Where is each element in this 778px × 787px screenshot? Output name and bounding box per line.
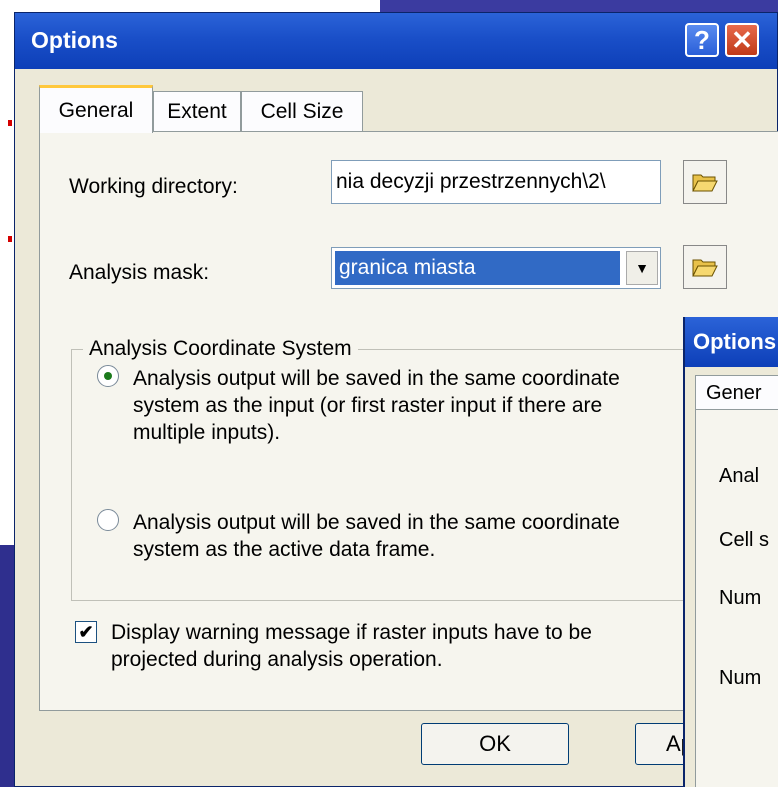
second-dialog-title: Options [693,329,777,354]
background-window [0,545,14,787]
options-dialog: Options ? ✕ General Extent Cell Size Wor… [14,12,778,787]
second-options-dialog: Options Gener Anal Cell s Num Num [683,317,778,787]
folder-open-icon [692,259,718,277]
second-row-label: Num [719,667,762,689]
second-row-label: Cell s [719,529,770,551]
folder-open-icon [692,174,718,192]
tab-extent-label: Extent [167,99,227,123]
warning-checkbox-label: Display warning message if raster inputs… [111,619,592,673]
working-directory-value: nia decyzji przestrzennych\2\ [336,170,606,193]
browse-mask-button[interactable] [683,245,727,289]
dropdown-arrow-icon[interactable]: ▼ [626,251,658,285]
checkbox-text-line: Display warning message if raster inputs… [111,621,592,644]
checkbox-text-line: projected during analysis operation. [111,648,443,671]
radio-text-line: system as the active data frame. [133,538,436,561]
radio-text-line: system as the input (or first raster inp… [133,394,603,417]
working-directory-label: Working directory: [69,175,238,198]
radio-text-line: Analysis output will be saved in the sam… [133,511,620,534]
radio-active-frame-label: Analysis output will be saved in the sam… [133,509,620,563]
radio-same-as-input-label: Analysis output will be saved in the sam… [133,365,620,446]
warning-checkbox[interactable]: ✔ [75,621,97,643]
dialog-title: Options [31,27,118,53]
analysis-mask-label: Analysis mask: [69,261,210,284]
second-title-bar[interactable]: Options [685,317,778,367]
radio-text-line: multiple inputs). [133,421,281,444]
close-button[interactable]: ✕ [725,23,759,57]
second-tab-label: Gener [706,381,762,404]
coordinate-system-title: Analysis Coordinate System [83,337,358,361]
tab-general-label: General [58,98,134,122]
checkmark-icon: ✔ [78,621,94,642]
radio-same-as-input[interactable] [97,365,119,387]
tab-cell-size-label: Cell Size [260,99,344,123]
tab-extent[interactable]: Extent [153,91,241,131]
ok-button[interactable]: OK [421,723,569,765]
close-icon: ✕ [731,24,753,55]
tab-general[interactable]: General [39,85,153,133]
second-tab-general[interactable]: Gener [695,375,778,411]
analysis-mask-select[interactable]: granica miasta ▼ [331,247,661,289]
second-row-label: Anal [719,465,760,487]
ok-button-label: OK [479,731,511,756]
tab-cell-size[interactable]: Cell Size [241,91,363,131]
radio-active-frame[interactable] [97,509,119,531]
working-directory-input[interactable]: nia decyzji przestrzennych\2\ [331,160,661,204]
title-bar[interactable]: Options ? ✕ [15,13,777,69]
analysis-mask-value: granica miasta [335,251,620,285]
radio-text-line: Analysis output will be saved in the sam… [133,367,620,390]
browse-directory-button[interactable] [683,160,727,204]
background-marker [8,120,12,126]
second-row-label: Num [719,587,762,609]
help-icon: ? [694,24,710,55]
radio-selected-icon [104,372,112,380]
background-marker [8,236,12,242]
help-button[interactable]: ? [685,23,719,57]
